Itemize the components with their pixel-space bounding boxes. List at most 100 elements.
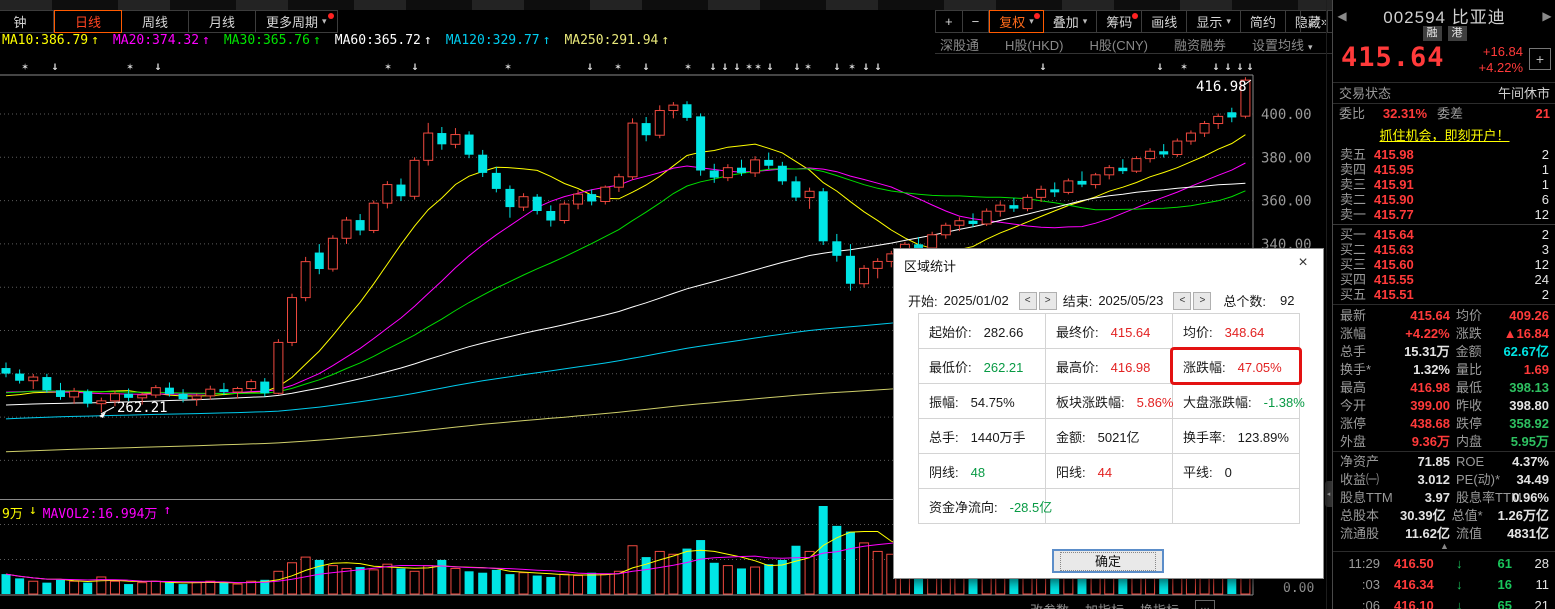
margin-badge: 融 bbox=[1423, 26, 1442, 41]
panel-collapse-handle[interactable]: ◂ bbox=[1325, 481, 1332, 507]
context-item-1[interactable]: 改参数 bbox=[1030, 600, 1069, 609]
period-tab-bar: 钟日线周线月线更多周期▾ bbox=[0, 10, 338, 33]
level-volume: 2 bbox=[1478, 287, 1549, 302]
stat-value: 15.31万 bbox=[1384, 343, 1450, 361]
divider bbox=[1333, 82, 1555, 83]
open-account-ad-link[interactable]: 抓住机会，即刻开户！ bbox=[1333, 125, 1555, 144]
stat-row-7: 涨停438.68跌停358.92 bbox=[1333, 415, 1555, 433]
svg-text:↓: ↓ bbox=[154, 59, 161, 73]
start-label: 开始: bbox=[908, 291, 938, 310]
level-price[interactable]: 415.60 bbox=[1374, 257, 1478, 272]
level-price[interactable]: 415.55 bbox=[1374, 272, 1478, 287]
svg-text:✶: ✶ bbox=[385, 60, 392, 73]
zoom-in-button[interactable]: + bbox=[935, 10, 963, 33]
cell-label: 涨跌幅: bbox=[1183, 360, 1226, 375]
start-next-button[interactable]: > bbox=[1039, 292, 1057, 310]
weicha-label: 委差 bbox=[1437, 105, 1463, 123]
tab-label: 更多周期 bbox=[266, 12, 318, 31]
end-next-button[interactable]: > bbox=[1193, 292, 1211, 310]
chevron-down-icon: ▾ bbox=[1308, 42, 1313, 52]
toolbar-button-2[interactable]: 叠加▾ bbox=[1044, 10, 1098, 33]
svg-text:✶: ✶ bbox=[22, 60, 29, 73]
divider bbox=[1333, 304, 1555, 305]
cell-label: 均价: bbox=[1183, 325, 1213, 340]
stock-badges: 融 港 bbox=[1333, 26, 1555, 41]
cell-label: 大盘涨跌幅: bbox=[1183, 395, 1252, 410]
expand-arrow[interactable]: ▲ bbox=[1333, 541, 1555, 551]
level-price[interactable]: 415.51 bbox=[1374, 287, 1478, 302]
close-icon[interactable]: × bbox=[1292, 253, 1314, 273]
ma-label-1: MA10:386.79↑ bbox=[2, 33, 99, 51]
tick-count: 28 bbox=[1512, 553, 1549, 574]
stat-value: 3.012 bbox=[1384, 471, 1450, 489]
next-stock-arrow[interactable]: ▶ bbox=[1538, 9, 1555, 23]
stat-label: PE(动)* bbox=[1456, 471, 1504, 489]
toolbar-button-6[interactable]: 简约 bbox=[1241, 10, 1286, 33]
weibi-value: 32.31% bbox=[1365, 105, 1427, 123]
toolbar-button-4[interactable]: 画线 bbox=[1142, 10, 1187, 33]
stat-row-2: 涨幅+4.22%涨跌▲16.84 bbox=[1333, 325, 1555, 343]
level-price[interactable]: 415.91 bbox=[1374, 177, 1478, 192]
tick-volume: 65 bbox=[1468, 595, 1512, 609]
stat-row-3: 总手15.31万金额62.67亿 bbox=[1333, 343, 1555, 361]
level-label: 买一 bbox=[1340, 227, 1374, 242]
count-label: 总个数: bbox=[1223, 291, 1266, 310]
zoom-out-button[interactable]: − bbox=[963, 10, 990, 33]
stat-label: 最低 bbox=[1456, 379, 1504, 397]
ok-button[interactable]: 确定 bbox=[1052, 549, 1164, 573]
down-arrow-icon: ↓ bbox=[1456, 574, 1468, 595]
tab-period-3[interactable]: 周线 bbox=[122, 10, 189, 33]
context-item-2[interactable]: 加指标 bbox=[1085, 600, 1124, 609]
context-item-3[interactable]: 换指标 bbox=[1140, 600, 1179, 609]
add-to-watchlist-button[interactable]: + bbox=[1529, 48, 1551, 70]
level-volume: 12 bbox=[1478, 257, 1549, 272]
tab-period-5[interactable]: 更多周期▾ bbox=[256, 10, 338, 33]
level-volume: 6 bbox=[1478, 192, 1549, 207]
level-price[interactable]: 415.90 bbox=[1374, 192, 1478, 207]
sell-row-5: 卖一415.7712 bbox=[1333, 207, 1555, 222]
level-price[interactable]: 415.95 bbox=[1374, 162, 1478, 177]
stat-label: 总值* bbox=[1452, 507, 1498, 525]
divider bbox=[1333, 224, 1555, 225]
level-label: 卖四 bbox=[1340, 162, 1374, 177]
svg-text:✶: ✶ bbox=[755, 60, 762, 73]
mavol1-arrow: ↓ bbox=[29, 503, 37, 522]
level-price[interactable]: 415.98 bbox=[1374, 147, 1478, 162]
indicator-context-bar: 改参数 加指标 换指标 … bbox=[1030, 600, 1215, 609]
stat-value: 1.26万亿 bbox=[1498, 507, 1549, 525]
tab-period-4[interactable]: 月线 bbox=[189, 10, 256, 33]
stat-label: 换手* bbox=[1340, 361, 1384, 379]
tick-count: 21 bbox=[1512, 595, 1549, 609]
divider bbox=[1333, 103, 1555, 104]
toolbar-button-1[interactable]: 复权▾ bbox=[989, 10, 1044, 33]
stats-cell-r4c3: 换手率:123.89% bbox=[1173, 419, 1300, 454]
chevron-down-icon: ▾ bbox=[1226, 16, 1231, 27]
tick-time: :06 bbox=[1340, 595, 1380, 609]
stat-value: 409.26 bbox=[1504, 307, 1549, 325]
level-price[interactable]: 415.63 bbox=[1374, 242, 1478, 257]
start-prev-button[interactable]: < bbox=[1019, 292, 1037, 310]
weibi-row: 委比 32.31% 委差 21 bbox=[1333, 105, 1555, 123]
tab-period-2[interactable]: 日线 bbox=[54, 10, 122, 33]
status-label: 交易状态 bbox=[1339, 85, 1391, 102]
stat-label: 涨跌 bbox=[1456, 325, 1504, 343]
prev-stock-arrow[interactable]: ◀ bbox=[1333, 9, 1351, 23]
ma-indicator-row: MA10:386.79↑MA20:374.32↑MA30:365.76↑MA60… bbox=[2, 33, 669, 51]
fullscreen-button[interactable]: ⤢ bbox=[1300, 10, 1328, 33]
ma-text: MA120:329.77 bbox=[446, 33, 540, 48]
toolbar-button-3[interactable]: 筹码 bbox=[1097, 10, 1142, 33]
ma-label-4: MA60:365.72↑ bbox=[335, 33, 432, 51]
level-price[interactable]: 415.77 bbox=[1374, 207, 1478, 222]
ma-text: MA10:386.79 bbox=[2, 33, 88, 48]
level-price[interactable]: 415.64 bbox=[1374, 227, 1478, 242]
more-box[interactable]: … bbox=[1195, 600, 1215, 609]
level-volume: 12 bbox=[1478, 207, 1549, 222]
cell-value: 0 bbox=[1225, 465, 1232, 480]
toolbar-button-5[interactable]: 显示▾ bbox=[1187, 10, 1241, 33]
quote-stats: 最新415.64均价409.26涨幅+4.22%涨跌▲16.84总手15.31万… bbox=[1333, 307, 1555, 451]
dialog-title: 区域统计 bbox=[904, 256, 956, 275]
volume-ma-label: 9万 ↓ MAVOL2:16.994万 ↑ bbox=[2, 503, 171, 522]
end-prev-button[interactable]: < bbox=[1173, 292, 1191, 310]
stats-cell-r6c3 bbox=[1173, 489, 1300, 524]
tab-period-1[interactable]: 钟 bbox=[0, 10, 54, 33]
